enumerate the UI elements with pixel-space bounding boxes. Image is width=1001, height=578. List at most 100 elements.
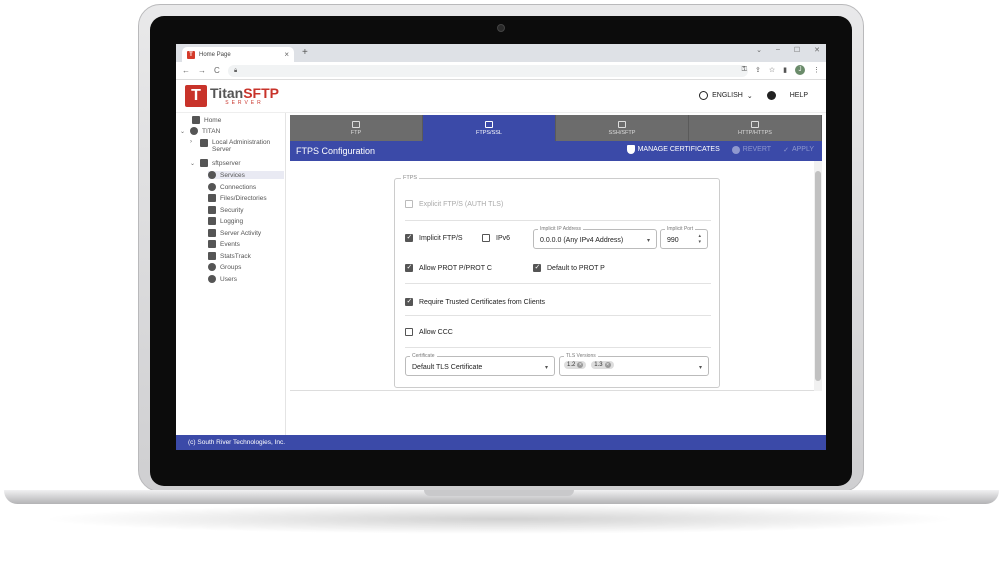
reload-icon[interactable]: C: [214, 66, 220, 75]
tab-http-https[interactable]: HTTP/HTTPS: [689, 115, 822, 141]
scrollbar[interactable]: [814, 161, 822, 391]
allow-ccc-checkbox[interactable]: Allow CCC: [405, 328, 453, 336]
dropdown-caret-icon: ▾: [646, 238, 650, 244]
maximize-button[interactable]: ☐: [794, 46, 800, 54]
allow-prot-checkbox[interactable]: Allow PROT P/PROT C: [405, 263, 492, 272]
ftps-config-panel: FTPS Explicit FTP/S (AUTH TLS) Implicit …: [290, 161, 822, 391]
url-bar[interactable]: 🔒︎: [228, 65, 748, 77]
sidebar-item-label: Security: [220, 206, 244, 214]
sidebar-item-logging[interactable]: Logging: [208, 217, 243, 225]
implicit-port-value: 990: [667, 237, 679, 244]
ipv6-label: IPv6: [496, 234, 511, 242]
menu-dots-icon[interactable]: ⋮: [813, 66, 820, 74]
implicit-ip-value: 0.0.0.0 (Any IPv4 Address): [540, 237, 624, 244]
logo-accent: SFTP: [243, 85, 279, 101]
profile-avatar[interactable]: J: [795, 65, 805, 75]
sidebar-item-services[interactable]: Services: [208, 171, 284, 179]
sidebar-item-label: Home: [204, 116, 222, 124]
apply-button[interactable]: ✓ APPLY: [783, 146, 814, 154]
revert-label: REVERT: [742, 146, 772, 153]
tls-chip[interactable]: 1.3 ×: [591, 361, 614, 369]
ftps-fieldset: FTPS Explicit FTP/S (AUTH TLS) Implicit …: [394, 175, 720, 388]
laptop-shadow: [40, 504, 960, 534]
explicit-ftps-checkbox[interactable]: Explicit FTP/S (AUTH TLS): [405, 200, 503, 208]
sidebar-item-statstrack[interactable]: StatsTrack: [208, 252, 251, 260]
default-prot-checkbox[interactable]: Default to PROT P: [533, 263, 605, 272]
sidebar-item-files[interactable]: Files/Directories: [208, 194, 267, 202]
laptop-notch: [424, 490, 574, 496]
scroll-thumb[interactable]: [815, 171, 821, 381]
sidebar-item-groups[interactable]: Groups: [208, 263, 241, 271]
manage-certificates-button[interactable]: MANAGE CERTIFICATES: [626, 145, 720, 154]
sidebar-item-connections[interactable]: Connections: [208, 183, 256, 191]
sidebar-item-events[interactable]: Events: [208, 240, 240, 248]
sidebar-item-security[interactable]: Security: [208, 206, 243, 214]
implicit-port-stepper[interactable]: Implicit Port 990 ▴ ▾: [660, 226, 708, 249]
close-tab-icon[interactable]: ×: [284, 50, 289, 59]
sidebar-item-label: Connections: [220, 183, 257, 191]
sidebar-item-label: Server Activity: [220, 229, 262, 237]
remove-chip-icon[interactable]: ×: [577, 362, 584, 368]
globe-icon: [190, 127, 198, 135]
tls-versions-select[interactable]: TLS Versions 1.2 × 1.3 × ▾: [559, 353, 709, 376]
sidebar-item-users[interactable]: Users: [208, 275, 237, 283]
new-tab-button[interactable]: +: [302, 47, 308, 58]
group-icon: [208, 263, 216, 271]
tab-label: FTPS/SSL: [476, 129, 502, 136]
account-icon[interactable]: [766, 91, 776, 100]
chevron-down-icon[interactable]: ⌄: [190, 160, 196, 167]
star-icon[interactable]: ☆: [769, 66, 775, 74]
default-prot-label: Default to PROT P: [547, 264, 605, 272]
close-window-button[interactable]: ✕: [814, 46, 820, 54]
sidebar-item-local-admin[interactable]: › Local Administration Server: [190, 139, 270, 153]
window-controls: ⌄ – ☐ ✕: [756, 46, 820, 54]
chevron-down-icon: ⌄: [746, 92, 753, 100]
language-selector[interactable]: ENGLISH ⌄: [699, 91, 753, 100]
allow-ccc-label: Allow CCC: [419, 328, 453, 336]
remove-chip-icon[interactable]: ×: [604, 362, 611, 368]
sidebar-item-home[interactable]: Home: [192, 116, 221, 124]
share-icon[interactable]: ⇪: [755, 66, 761, 74]
ipv6-checkbox[interactable]: IPv6: [482, 234, 510, 242]
browser-tab[interactable]: T Home Page ×: [182, 47, 294, 62]
implicit-ip-select[interactable]: Implicit IP Address 0.0.0.0 (Any IPv4 Ad…: [533, 226, 657, 249]
refresh-icon: [208, 171, 216, 179]
require-trusted-checkbox[interactable]: Require Trusted Certificates from Client…: [405, 297, 546, 306]
cancel-icon: [731, 145, 740, 154]
tab-ssh-sftp[interactable]: SSH/SFTP: [556, 115, 689, 141]
sidepanel-icon[interactable]: ▮: [783, 66, 787, 74]
key-icon[interactable]: ⚿: [742, 66, 747, 74]
tls-chip[interactable]: 1.2 ×: [564, 361, 587, 369]
apply-label: APPLY: [791, 146, 814, 153]
help-link[interactable]: HELP: [790, 92, 808, 99]
back-icon[interactable]: ←: [182, 66, 190, 75]
chevron-right-icon[interactable]: ›: [190, 139, 196, 145]
footer: (c) South River Technologies, Inc.: [176, 435, 826, 450]
check-icon: ✓: [783, 146, 789, 154]
certificate-select[interactable]: Certificate Default TLS Certificate ▾: [405, 353, 555, 376]
stepper-arrows-icon[interactable]: ▴ ▾: [698, 233, 701, 245]
copyright-text: (c) South River Technologies, Inc.: [188, 439, 286, 446]
minimize-button[interactable]: –: [776, 46, 780, 54]
require-trusted-label: Require Trusted Certificates from Client…: [419, 298, 546, 306]
sidebar-item-titan[interactable]: ⌄ TITAN: [180, 127, 220, 135]
folder-icon: [208, 194, 216, 202]
sidebar-item-server-activity[interactable]: Server Activity: [208, 229, 261, 237]
implicit-port-label: Implicit Port: [665, 226, 696, 232]
sidebar-item-label: Services: [220, 171, 245, 179]
manage-certificates-label: MANAGE CERTIFICATES: [637, 146, 720, 153]
forward-icon[interactable]: →: [198, 66, 206, 75]
tab-search-icon[interactable]: ⌄: [756, 46, 762, 54]
magnifier-icon: [208, 217, 216, 225]
checkbox-checked-icon: [405, 233, 413, 242]
tab-ftps-ssl[interactable]: FTPS/SSL: [423, 115, 556, 141]
shield-icon: [626, 145, 635, 154]
tab-ftp[interactable]: FTP: [290, 115, 423, 141]
sidebar-item-sftpserver[interactable]: ⌄ sftpserver: [190, 159, 241, 167]
chevron-down-icon[interactable]: ⌄: [180, 128, 186, 135]
implicit-ftps-checkbox[interactable]: Implicit FTP/S: [405, 233, 463, 242]
checkbox-icon: [405, 200, 413, 208]
revert-button[interactable]: REVERT: [731, 145, 772, 154]
sidebar-item-label: Files/Directories: [220, 194, 267, 202]
sidebar-item-label: Events: [220, 240, 240, 248]
